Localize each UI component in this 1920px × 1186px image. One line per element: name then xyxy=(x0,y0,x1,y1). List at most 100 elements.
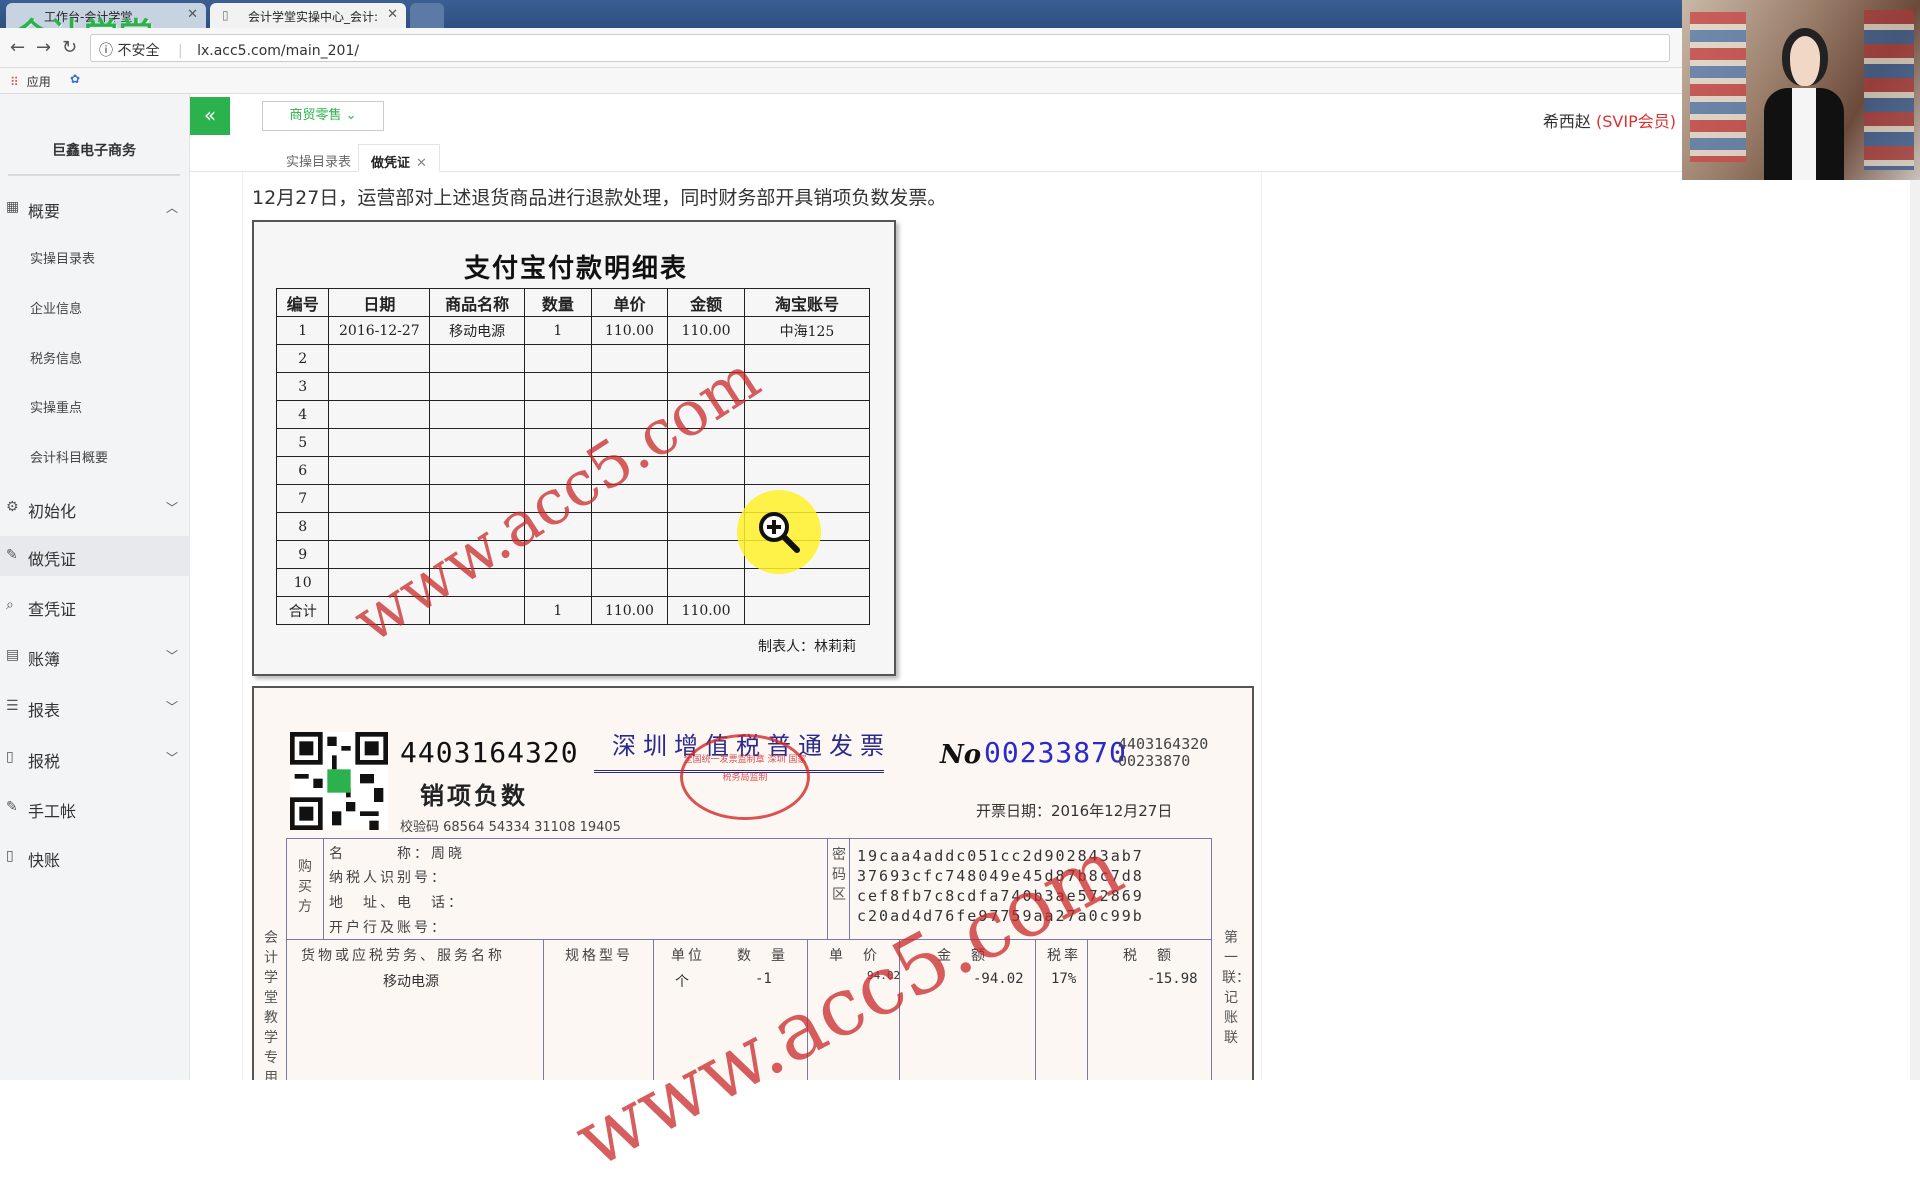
divider xyxy=(827,839,828,939)
table-cell xyxy=(429,568,526,597)
table-cell: 110.00 xyxy=(667,316,745,345)
vat-invoice[interactable]: 4403164320 销项负数 校验码 68564 54334 31108 19… xyxy=(252,686,1254,1080)
table-total-row: 合计 1 110.00 110.00 xyxy=(275,596,871,625)
cipher-line: c20ad4d76fe97759aa27a0c99b xyxy=(857,907,1144,925)
goods-header-price: 单 价 xyxy=(829,948,880,964)
forward-icon[interactable]: → xyxy=(36,37,51,58)
sidebar-item-label: 初始化 xyxy=(28,502,77,521)
table-cell: 6 xyxy=(275,456,330,485)
tab-catalog[interactable]: 实操目录表 xyxy=(274,144,363,172)
alipay-detail-sheet[interactable]: 支付宝付款明细表 编号 日期 商品名称 数量 单价 金额 淘宝账号 1 2016-… xyxy=(252,220,896,676)
column-header: 数量 xyxy=(524,288,592,317)
invoice-check-code: 校验码 68564 54334 31108 19405 xyxy=(400,820,621,835)
industry-select[interactable]: 商贸零售 ⌄ xyxy=(262,101,384,131)
table-cell: 1 xyxy=(275,316,330,345)
url-text: lx.acc5.com/main_201/ xyxy=(197,43,360,59)
close-icon[interactable]: ✕ xyxy=(387,7,398,22)
sidebar-item-ledger[interactable]: ▤ 账簿 ﹀ xyxy=(0,636,190,676)
bookshelf xyxy=(1864,10,1914,170)
baidu-paw-icon[interactable]: ✿ xyxy=(70,72,80,86)
table-cell xyxy=(429,372,526,401)
table-cell xyxy=(667,568,745,597)
browser-tab-practice[interactable]: ▯ 会计学堂实操中心_会计: ✕ xyxy=(210,3,406,28)
table-cell xyxy=(328,596,431,625)
table-cell xyxy=(429,484,526,513)
collapse-sidebar-button[interactable]: « xyxy=(190,97,230,135)
goods-header-name: 货物或应税劳务、服务名称 xyxy=(301,948,505,964)
sidebar-item-overview[interactable]: ▦ 概要 ︿ xyxy=(0,188,190,228)
sidebar-subitem-key-points[interactable]: 实操重点 xyxy=(30,397,82,416)
close-icon[interactable]: ✕ xyxy=(416,156,427,171)
table-cell: 合计 xyxy=(275,596,330,625)
table-cell xyxy=(429,456,526,485)
table-cell: 1 xyxy=(524,316,592,345)
table-row: 2 xyxy=(275,344,871,373)
divider xyxy=(543,939,544,1080)
gear-icon: ⚙ xyxy=(6,499,19,515)
presenter-head xyxy=(1782,28,1828,86)
sidebar-item-search-voucher[interactable]: ⌕ 查凭证 xyxy=(0,586,190,626)
table-header-row: 编号 日期 商品名称 数量 单价 金额 淘宝账号 xyxy=(275,288,871,317)
table-cell: 1 xyxy=(524,596,592,625)
sidebar: 巨鑫电子商务 ▦ 概要 ︿ 实操目录表 企业信息 税务信息 实操重点 会计科目概… xyxy=(0,94,190,1080)
sidebar-item-label: 报税 xyxy=(28,752,61,771)
zoom-in-cursor[interactable] xyxy=(737,490,821,574)
sidebar-item-reports[interactable]: ☰ 报表 ﹀ xyxy=(0,687,190,727)
apps-bookmark[interactable]: ⠿ 应用 xyxy=(10,73,51,90)
bookshelf xyxy=(1690,12,1746,162)
sidebar-item-manual-ledger[interactable]: ✎ 手工帐 xyxy=(0,788,190,828)
table-cell xyxy=(429,512,526,541)
divider xyxy=(287,939,1211,940)
table-row: 4 xyxy=(275,400,871,429)
table-cell xyxy=(667,344,745,373)
task-instruction: 12月27日，运营部对上述退货商品进行退款处理，同时财务部开具销项负数发票。 xyxy=(252,187,947,209)
user-info[interactable]: 希西赵 (SVIP会员) xyxy=(1543,108,1676,132)
page-icon: ▯ xyxy=(222,8,229,22)
table-cell xyxy=(524,568,592,597)
goods-item-tax: -15.98 xyxy=(1147,971,1198,987)
table-cell: 5 xyxy=(275,428,330,457)
table-cell xyxy=(743,400,871,429)
invoice-body: 购买方 名 称：周晓 纳税人识别号： 地 址、电 话： 开户行及账号： 密码区 … xyxy=(286,838,1212,1080)
tab-make-voucher[interactable]: 做凭证 ✕ xyxy=(358,144,440,172)
book-icon: ▤ xyxy=(6,647,20,663)
chevron-up-icon: ︿ xyxy=(165,201,178,215)
sidebar-item-quick-ledger[interactable]: ▯ 快账 xyxy=(0,837,190,877)
apps-label: 应用 xyxy=(26,75,51,89)
table-cell: 中海125 xyxy=(743,316,871,345)
table-cell: 8 xyxy=(275,512,330,541)
table-cell xyxy=(743,428,871,457)
sidebar-subitem-tax-info[interactable]: 税务信息 xyxy=(30,348,82,367)
table-cell xyxy=(590,568,669,597)
goods-item-amount: -94.02 xyxy=(973,971,1024,987)
table-cell xyxy=(429,400,526,429)
table-cell: 3 xyxy=(275,372,330,401)
sidebar-subitem-catalog[interactable]: 实操目录表 xyxy=(30,248,95,267)
column-header: 金额 xyxy=(667,288,745,317)
qr-code-icon xyxy=(290,732,388,830)
sidebar-subitem-accounts[interactable]: 会计科目概要 xyxy=(30,447,108,466)
invoice-no-label: No xyxy=(940,740,982,770)
goods-item-name: 移动电源 xyxy=(383,974,439,990)
url-input[interactable]: ⓘ 不安全 | lx.acc5.com/main_201/ xyxy=(90,34,1670,62)
close-icon[interactable]: ✕ xyxy=(187,7,198,22)
back-icon[interactable]: ← xyxy=(10,37,25,58)
new-tab-button[interactable] xyxy=(410,3,444,28)
table-cell xyxy=(429,596,526,625)
table-cell xyxy=(328,428,431,457)
scrollbar[interactable] xyxy=(1910,172,1920,1080)
table-cell: 2 xyxy=(275,344,330,373)
sidebar-item-tax-filing[interactable]: ▯ 报税 ﹀ xyxy=(0,738,190,778)
alipay-table: 编号 日期 商品名称 数量 单价 金额 淘宝账号 1 2016-12-27 移动电源… xyxy=(275,288,871,625)
browser-tab-bar: 工作台-会计学堂 ✕ ▯ 会计学堂实操中心_会计: ✕ xyxy=(0,0,1920,28)
sidebar-item-init[interactable]: ⚙ 初始化 ﹀ xyxy=(0,488,190,528)
divider xyxy=(323,839,324,939)
sidebar-subitem-company-info[interactable]: 企业信息 xyxy=(30,298,82,317)
tab-label: 做凭证 xyxy=(371,156,411,171)
reload-icon[interactable]: ↻ xyxy=(62,37,77,58)
industry-select-value: 商贸零售 xyxy=(289,108,342,123)
buyer-address-row: 地 址、电 话： xyxy=(329,895,465,911)
presenter-shirt xyxy=(1792,88,1816,180)
chevron-down-icon: ⌄ xyxy=(345,108,357,123)
sidebar-item-make-voucher[interactable]: ✎ 做凭证 xyxy=(0,536,190,576)
